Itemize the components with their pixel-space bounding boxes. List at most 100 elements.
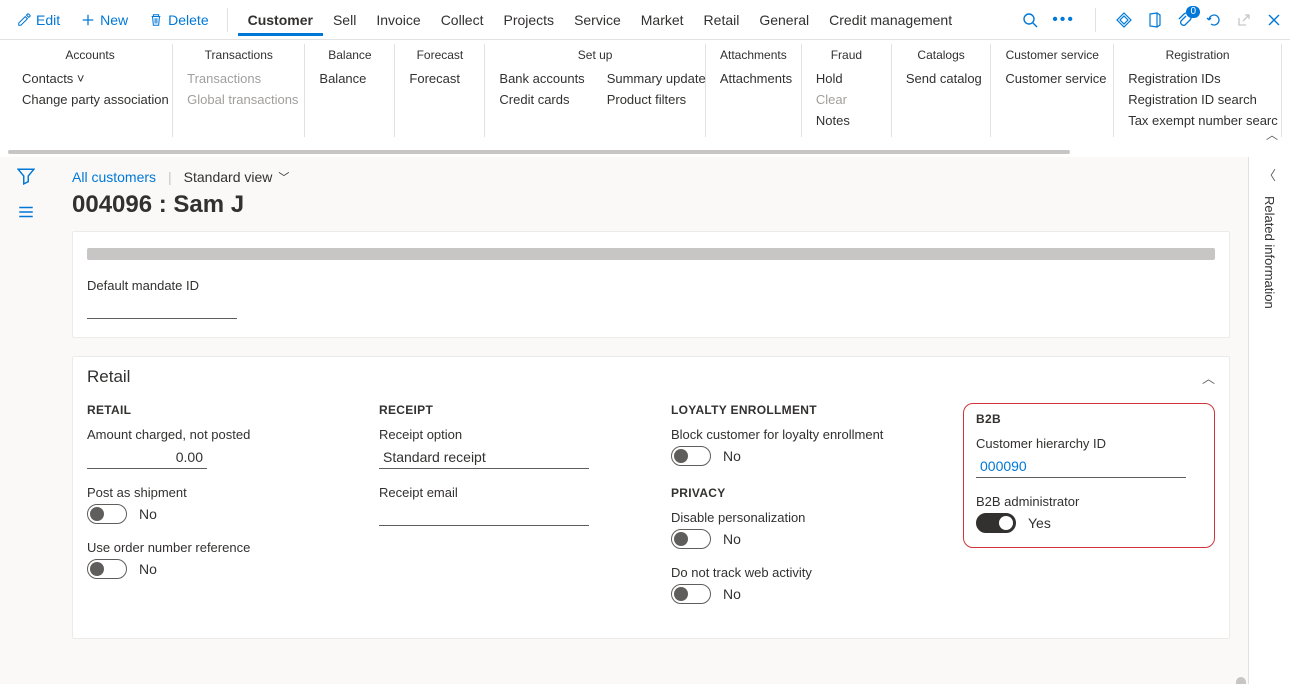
ribbon-item-summary-update[interactable]: Summary update <box>607 68 706 89</box>
ribbon-group-title: Balance <box>319 48 380 62</box>
customer-hierarchy-field[interactable]: 000090 <box>976 455 1186 478</box>
ribbon-group-forecast: Forecast Forecast <box>395 44 485 137</box>
vertical-scrollbar[interactable] <box>1236 677 1246 684</box>
ribbon-item-notes[interactable]: Notes <box>816 110 877 131</box>
ribbon-item-hold[interactable]: Hold <box>816 68 877 89</box>
use-order-ref-toggle[interactable] <box>87 559 127 579</box>
retail-column: RETAIL Amount charged, not posted 0.00 P… <box>87 403 339 620</box>
view-selector[interactable]: Standard view ﹀ <box>184 169 290 185</box>
new-button[interactable]: New <box>72 8 136 32</box>
ribbon-item-attachments[interactable]: Attachments <box>720 68 787 89</box>
ribbon-item-bank-accounts[interactable]: Bank accounts <box>499 68 584 89</box>
office-icon[interactable] <box>1146 12 1162 28</box>
b2b-column: B2B Customer hierarchy ID 000090 B2B adm… <box>963 403 1215 620</box>
ribbon-item-transactions: Transactions <box>187 68 290 89</box>
breadcrumb-link[interactable]: All customers <box>72 169 156 185</box>
separator <box>227 8 228 32</box>
tab-sell[interactable]: Sell <box>323 4 366 36</box>
list-icon[interactable] <box>17 203 35 221</box>
receipt-option-field[interactable]: Standard receipt <box>379 446 589 469</box>
ribbon-item-tax-exempt-number-searc[interactable]: Tax exempt number searc <box>1128 110 1267 131</box>
ribbon-item-contacts[interactable]: Contacts ˅ <box>22 68 158 89</box>
tab-retail[interactable]: Retail <box>694 4 750 36</box>
tab-market[interactable]: Market <box>631 4 694 36</box>
ribbon-group-fraud: FraudHoldClearNotes <box>802 44 892 137</box>
amount-charged-field[interactable]: 0.00 <box>87 446 207 469</box>
ribbon-group-attachments: AttachmentsAttachments <box>706 44 802 137</box>
upper-card: Default mandate ID <box>72 231 1230 338</box>
disable-pers-toggle[interactable] <box>671 529 711 549</box>
ribbon-item-credit-cards[interactable]: Credit cards <box>499 89 584 110</box>
ribbon-item-send-catalog[interactable]: Send catalog <box>906 68 976 89</box>
ribbon-horizontal-scrollbar[interactable] <box>0 147 1290 157</box>
ribbon-group-title: Set up <box>499 48 690 62</box>
use-order-ref-value: No <box>139 561 157 577</box>
b2b-admin-value: Yes <box>1028 515 1051 531</box>
chevron-down-icon: ﹀ <box>278 169 289 185</box>
ribbon-item-product-filters[interactable]: Product filters <box>607 89 706 110</box>
popout-icon[interactable] <box>1236 12 1252 28</box>
tab-collect[interactable]: Collect <box>431 4 494 36</box>
ribbon-group-title: Forecast <box>409 48 470 62</box>
ribbon-item-customer-service[interactable]: Customer service <box>1005 68 1099 89</box>
block-loyalty-toggle[interactable] <box>671 446 711 466</box>
ribbon-collapse-icon[interactable]: ︿ <box>1266 126 1278 143</box>
tab-general[interactable]: General <box>749 4 819 36</box>
tab-projects[interactable]: Projects <box>493 4 564 36</box>
edit-button[interactable]: Edit <box>8 8 68 32</box>
dnt-toggle[interactable] <box>671 584 711 604</box>
block-loyalty-value: No <box>723 448 741 464</box>
ribbon-item-forecast[interactable]: Forecast <box>409 68 470 89</box>
ribbon-item-registration-ids[interactable]: Registration IDs <box>1128 68 1267 89</box>
breadcrumb-separator: | <box>168 169 172 185</box>
attachment-count-badge: 0 <box>1186 6 1200 18</box>
post-as-shipment-toggle[interactable] <box>87 504 127 524</box>
refresh-icon[interactable] <box>1206 12 1222 28</box>
disable-pers-value: No <box>723 531 741 547</box>
right-rail-expand-icon[interactable]: 〈 <box>1263 165 1276 184</box>
delete-label: Delete <box>168 12 208 28</box>
default-mandate-field[interactable] <box>87 299 237 319</box>
page-body: All customers | Standard view ﹀ 004096 :… <box>0 157 1290 684</box>
tab-service[interactable]: Service <box>564 4 631 36</box>
block-loyalty-label: Block customer for loyalty enrollment <box>671 427 923 442</box>
top-right-commands: ••• 0 <box>1022 8 1282 32</box>
b2b-admin-label: B2B administrator <box>976 494 1202 509</box>
receipt-option-label: Receipt option <box>379 427 631 442</box>
b2b-admin-toggle[interactable] <box>976 513 1016 533</box>
close-icon[interactable] <box>1266 12 1282 28</box>
separator <box>1095 8 1096 32</box>
ribbon-group-title: Registration <box>1128 48 1267 62</box>
ribbon-item-change-party-association[interactable]: Change party association <box>22 89 158 110</box>
ribbon-item-balance[interactable]: Balance <box>319 68 380 89</box>
tab-credit-management[interactable]: Credit management <box>819 4 962 36</box>
dnt-label: Do not track web activity <box>671 565 923 580</box>
ribbon-group-registration: Registration Registration IDsRegistration… <box>1114 44 1282 137</box>
receipt-email-field[interactable] <box>379 504 589 526</box>
receipt-email-label: Receipt email <box>379 485 631 500</box>
right-rail: 〈 Related information <box>1248 157 1290 684</box>
ribbon-item-registration-id-search[interactable]: Registration ID search <box>1128 89 1267 110</box>
top-command-bar: Edit New Delete CustomerSellInvoiceColle… <box>0 0 1290 40</box>
module-tabs: CustomerSellInvoiceCollectProjectsServic… <box>238 4 963 36</box>
default-mandate-label: Default mandate ID <box>87 278 1215 293</box>
section-collapse-icon[interactable]: ︿ <box>1202 368 1215 387</box>
related-information-label[interactable]: Related information <box>1262 196 1277 309</box>
inner-horizontal-scrollbar[interactable] <box>87 248 1215 260</box>
post-as-shipment-label: Post as shipment <box>87 485 339 500</box>
left-rail <box>0 157 52 684</box>
diamond-icon[interactable] <box>1116 12 1132 28</box>
ribbon: AccountsContacts ˅Change party associati… <box>0 40 1290 147</box>
page-title: 004096 : Sam J <box>72 191 1230 219</box>
filter-icon[interactable] <box>17 167 35 185</box>
search-icon[interactable] <box>1022 12 1038 28</box>
attachments-icon[interactable]: 0 <box>1176 12 1192 28</box>
ribbon-group-title: Catalogs <box>906 48 976 62</box>
post-as-shipment-value: No <box>139 506 157 522</box>
customer-hierarchy-label: Customer hierarchy ID <box>976 436 1202 451</box>
delete-button[interactable]: Delete <box>140 8 216 32</box>
tab-invoice[interactable]: Invoice <box>366 4 430 36</box>
tab-customer[interactable]: Customer <box>238 4 323 36</box>
ribbon-group-title: Customer service <box>1005 48 1099 62</box>
more-icon[interactable]: ••• <box>1052 11 1075 29</box>
